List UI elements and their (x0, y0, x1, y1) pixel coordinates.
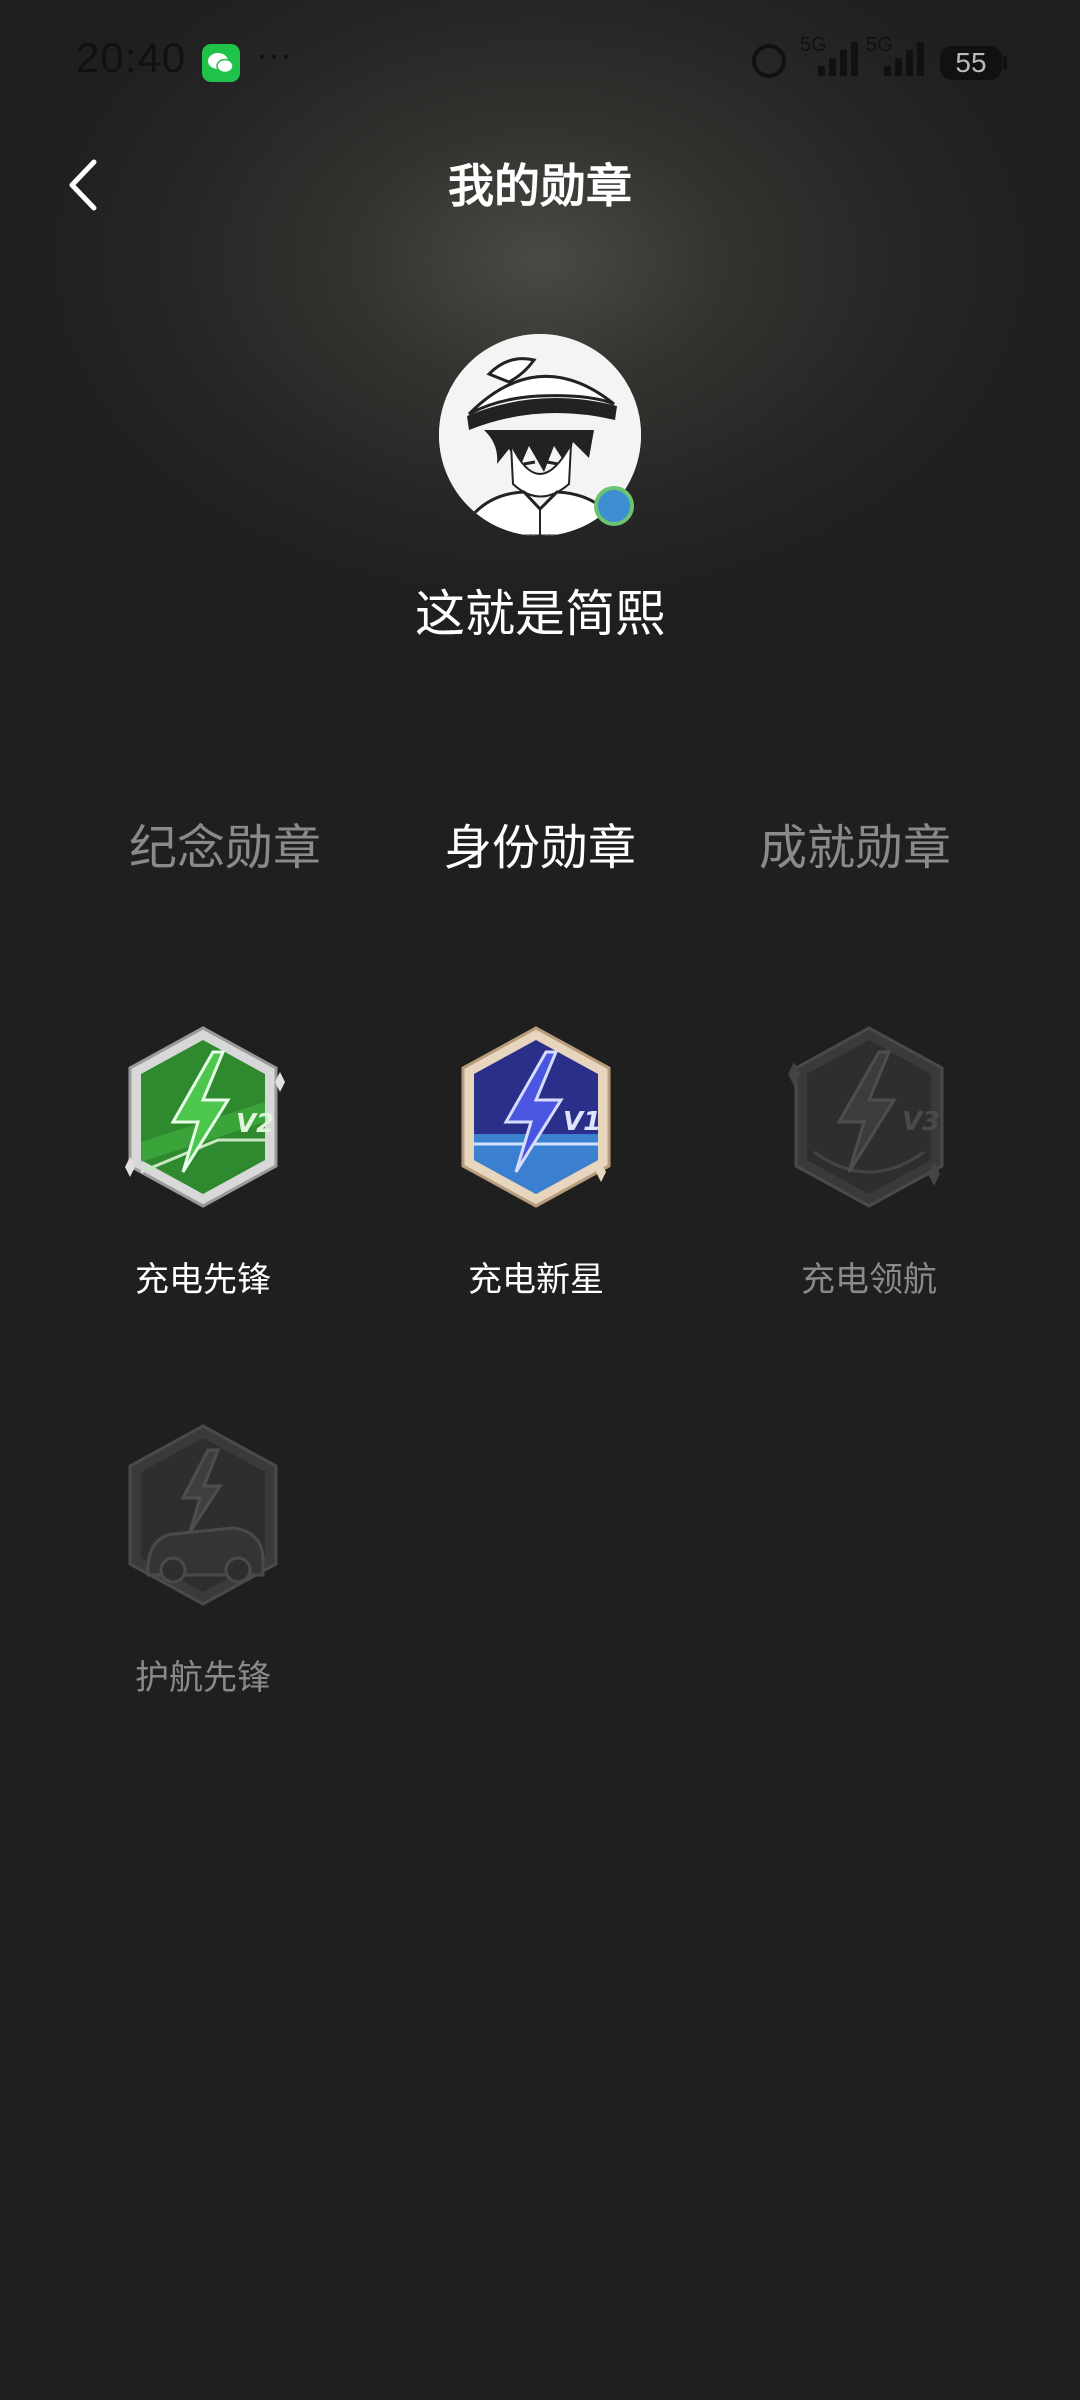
page-title: 我的勋章 (448, 159, 632, 213)
badge-level: V3 (902, 1107, 940, 1137)
wechat-notification-icon (202, 44, 240, 82)
badge-item[interactable]: 护航先锋 (103, 1420, 303, 1699)
signal-2-label: 5G (866, 34, 893, 56)
lightning-car-badge-locked-icon (128, 1424, 278, 1606)
badge-tabs: 纪念勋章 身份勋章 成就勋章 (0, 808, 1080, 878)
tab-commemorative[interactable]: 纪念勋章 (75, 808, 375, 878)
signal-icon-2: 5G (866, 34, 926, 76)
badge-name: 充电先锋 (135, 1260, 271, 1300)
signal-icon-1: 5G (800, 34, 860, 76)
status-bar: 20:40 ··· 5G 5G 55 (0, 0, 1080, 120)
more-notifications-icon: ··· (256, 34, 292, 75)
tab-identity[interactable]: 身份勋章 (390, 808, 690, 878)
lightning-badge-locked-icon: V3 (788, 1026, 944, 1208)
tab-achievement[interactable]: 成就勋章 (705, 808, 1005, 878)
badge-name: 护航先锋 (135, 1658, 271, 1698)
username: 这就是简熙 (415, 585, 665, 643)
badge-item[interactable]: V3 充电领航 (769, 1022, 969, 1301)
alarm-icon (752, 44, 786, 78)
badge-item[interactable]: V2 充电先锋 (103, 1022, 303, 1301)
status-time: 20:40 (76, 34, 187, 81)
badge-level: V1 (563, 1107, 601, 1137)
lightning-badge-icon: V2 (125, 1026, 285, 1208)
battery-tip (1003, 56, 1007, 70)
battery-icon: 55 (940, 46, 1002, 80)
badge-name: 充电新星 (468, 1260, 604, 1300)
badge-level: V2 (236, 1109, 274, 1139)
signal-1-label: 5G (800, 34, 827, 56)
lightning-badge-icon: V1 (461, 1026, 611, 1208)
badge-item[interactable]: V1 充电新星 (436, 1022, 636, 1301)
avatar-anniversary-badge-icon (594, 486, 634, 526)
badge-name: 充电领航 (801, 1260, 937, 1300)
